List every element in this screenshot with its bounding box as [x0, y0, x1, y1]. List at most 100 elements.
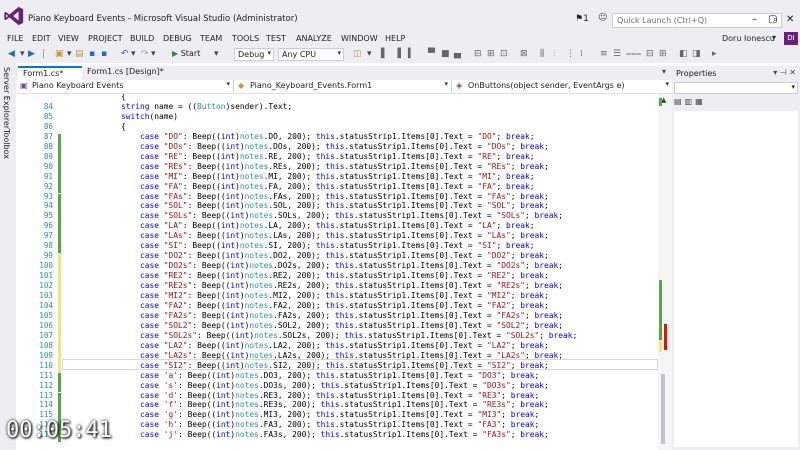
avatar[interactable]: DI: [784, 32, 798, 45]
tab-label: Form1.cs*: [23, 69, 64, 78]
toolbar-options-icon[interactable]: ▾: [367, 49, 372, 59]
keyword-case: case: [140, 430, 160, 440]
visual-studio-logo-icon: [4, 6, 24, 26]
bring-to-front-icon[interactable]: ◧: [679, 49, 688, 59]
align-top-icon[interactable]: ▀: [428, 49, 435, 59]
properties-object-select[interactable]: ▾: [674, 82, 798, 94]
send-to-back-icon[interactable]: ◨: [692, 49, 701, 59]
size-to-grid-icon[interactable]: ⊠: [520, 49, 528, 59]
new-project-icon[interactable]: ▣: [55, 49, 64, 59]
project-select[interactable]: ▣ Piano Keyboard Events ▾: [16, 80, 234, 92]
enum-notes: notes: [244, 201, 269, 211]
alphabetical-icon[interactable]: ▥: [685, 97, 696, 106]
code-line: case "LAs": Beep((int)notes.LAs, 200); t…: [140, 231, 549, 241]
horizontal-spacing-icon[interactable]: ⫼: [540, 49, 544, 59]
close-icon[interactable]: ✕: [786, 14, 794, 25]
increase-vertical-spacing-icon[interactable]: ☰: [613, 49, 621, 59]
code-editor[interactable]: 84 85 86 87 88 89 90 91 92 93 94 95 96 97 98 99 100 101 10…: [16, 94, 658, 450]
class-select[interactable]: ◆ Piano_Keyboard_Events.Form1 ▾: [234, 80, 452, 92]
vertical-spacing-icon[interactable]: ≡: [600, 49, 608, 59]
back-icon[interactable]: ◀: [8, 49, 15, 59]
menu-build[interactable]: BUILD: [130, 34, 154, 43]
chevron-down-icon: ▾: [791, 83, 795, 91]
menu-help[interactable]: HELP: [385, 34, 405, 43]
case-label: "RE": [163, 151, 183, 161]
status-string: "MI2": [486, 291, 511, 300]
code-line: case 'd': Beep((int)notes.RE3, 200); thi…: [140, 390, 540, 400]
save-all-icon[interactable]: ▪: [101, 49, 107, 59]
make-same-size-icon[interactable]: ⊡: [500, 49, 508, 59]
menu-file[interactable]: FILE: [7, 34, 23, 43]
decrease-spacing-icon[interactable]: ⋮: [566, 49, 575, 59]
find-in-files-icon[interactable]: ◫: [353, 49, 362, 59]
make-same-width-icon[interactable]: ⊟: [474, 49, 482, 59]
align-bottom-icon[interactable]: ▄: [454, 49, 461, 59]
toolbar-overflow-icon[interactable]: ▸: [712, 49, 717, 59]
tab-overflow-icon[interactable]: ▾: [662, 67, 666, 76]
redo-icon[interactable]: ↷: [141, 49, 149, 59]
menu-test[interactable]: TEST: [266, 34, 286, 43]
start-button[interactable]: ▶ Start: [172, 49, 200, 58]
keyword-int: int: [216, 410, 231, 420]
forward-icon[interactable]: ▶: [28, 49, 35, 59]
property-pages-icon[interactable]: ▦: [695, 97, 706, 106]
remove-spacing-icon[interactable]: ⁞: [580, 49, 583, 59]
menu-view[interactable]: VIEW: [58, 34, 79, 43]
menu-team[interactable]: TEAM: [200, 34, 222, 43]
minimize-icon[interactable]: –: [752, 14, 757, 25]
new-project-dropdown-icon[interactable]: ▾: [67, 49, 72, 59]
menu-project[interactable]: PROJECT: [88, 34, 123, 43]
align-right-icon[interactable]: ▍: [408, 49, 415, 59]
tab-form1-code[interactable]: Form1.cs* ⊣ ×: [18, 66, 82, 87]
decrease-vertical-spacing-icon[interactable]: ⩶: [626, 49, 641, 59]
pin-icon[interactable]: ⊣: [780, 68, 787, 77]
undo-icon[interactable]: ↶: [121, 49, 129, 59]
menu-tools[interactable]: TOOLS: [232, 34, 259, 43]
menu-window[interactable]: WINDOW: [341, 34, 378, 43]
center-vertically-icon[interactable]: ⊞: [659, 49, 667, 59]
user-dropdown-icon[interactable]: ▾: [772, 33, 776, 42]
member-select[interactable]: ◈ OnButtons(object sender, EventArgs e) …: [452, 80, 672, 92]
user-name[interactable]: Doru Ionescu: [722, 34, 775, 43]
center-horizontally-icon[interactable]: ⊟: [646, 49, 654, 59]
undo-dropdown-icon[interactable]: ▾: [131, 49, 136, 59]
make-same-height-icon[interactable]: ⊞: [487, 49, 495, 59]
save-icon[interactable]: ▪: [89, 49, 95, 59]
panel-dropdown-icon[interactable]: ▾: [773, 68, 777, 77]
keyword-break: break: [505, 181, 530, 191]
menu-edit[interactable]: EDIT: [32, 34, 50, 43]
start-dropdown-icon[interactable]: ▾: [214, 49, 219, 59]
scroll-thumb[interactable]: [661, 374, 665, 444]
maximize-icon[interactable]: ▢: [768, 14, 777, 25]
align-center-icon[interactable]: ▐: [394, 49, 401, 59]
line-number: 86: [43, 121, 53, 131]
categorized-icon[interactable]: ▤: [674, 97, 685, 106]
server-explorer-tab[interactable]: Server Explorer: [2, 67, 11, 129]
increase-spacing-icon[interactable]: ⫶: [553, 49, 555, 59]
tab-form1-design[interactable]: Form1.cs [Design]*: [82, 66, 176, 80]
vertical-scrollbar[interactable]: ▲: [658, 94, 672, 450]
keyword-break: break: [520, 430, 544, 440]
case-label: "LAs": [163, 231, 188, 241]
platform-select[interactable]: Any CPU ▾: [278, 48, 344, 61]
close-icon[interactable]: ✕: [789, 68, 796, 77]
code-line: case "SOL2": Beep((int)notes.SOL2, 200);…: [140, 320, 563, 330]
back-dropdown-icon[interactable]: ▾: [20, 49, 25, 59]
redo-dropdown-icon[interactable]: ▾: [151, 49, 156, 59]
toolbox-tab[interactable]: Toolbox: [2, 129, 11, 159]
open-file-icon[interactable]: ▤: [75, 49, 84, 59]
menu-analyze[interactable]: ANALYZE: [296, 34, 332, 43]
window-title: Piano Keyboard Events - Microsoft Visual…: [28, 14, 298, 24]
feedback-icon[interactable]: ☺: [598, 13, 607, 23]
configuration-select[interactable]: Debug ▾: [234, 48, 274, 61]
align-left-icon[interactable]: ▌: [381, 49, 388, 59]
status-string: "FA2s": [496, 310, 525, 320]
enum-notes: notes: [239, 131, 264, 141]
enum-notes: notes: [249, 261, 274, 271]
menu-debug[interactable]: DEBUG: [163, 34, 192, 43]
case-label: 'j': [163, 430, 179, 440]
align-middle-icon[interactable]: ■: [441, 49, 450, 59]
change-mark: [58, 143, 61, 154]
notifications-flag-icon[interactable]: ⚑1: [575, 14, 589, 24]
enum-notes: notes: [244, 291, 269, 300]
